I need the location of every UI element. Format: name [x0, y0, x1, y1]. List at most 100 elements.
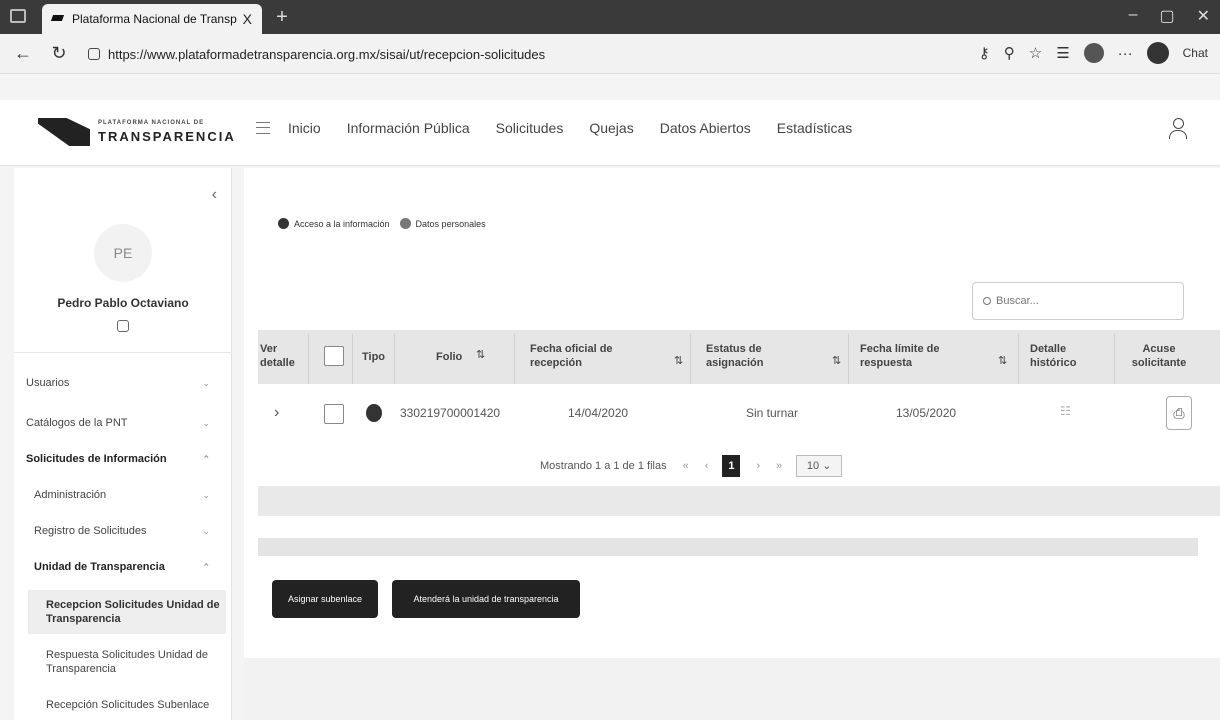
- page-size-select[interactable]: 10 ⌄: [796, 455, 843, 477]
- assign-subenlace-button[interactable]: Asignar subenlace: [272, 580, 378, 618]
- sidebar-item-label: Administración: [34, 489, 107, 501]
- col-acuse-solicitante: Acuse solicitante: [1131, 343, 1187, 369]
- sidebar-item-usuarios[interactable]: Usuarios ⌄: [14, 368, 232, 398]
- more-icon[interactable]: ···: [1118, 45, 1133, 62]
- sidebar-item-recepcion-subenlace[interactable]: Recepción Solicitudes Subenlace: [14, 690, 232, 720]
- chevron-down-icon: ⌄: [202, 525, 210, 536]
- main-menu: Inicio Información Pública Solicitudes Q…: [288, 120, 878, 136]
- window-close-icon[interactable]: ✕: [1197, 6, 1210, 26]
- sidebar-item-solicitudes-informacion[interactable]: Solicitudes de Información ⌃: [14, 444, 232, 474]
- search-input[interactable]: Buscar...: [972, 282, 1184, 320]
- access-info-icon: [278, 218, 289, 229]
- sidebar-item-catalogos[interactable]: Catálogos de la PNT ⌄: [14, 408, 232, 438]
- profile-avatar[interactable]: [1083, 43, 1104, 63]
- col-estatus-asignacion[interactable]: Estatus de asignación: [706, 342, 806, 370]
- table-footer: [258, 486, 1220, 516]
- sidebar-item-unidad-transparencia[interactable]: Unidad de Transparencia ⌃: [14, 552, 232, 582]
- menu-informacion-publica[interactable]: Información Pública: [347, 120, 470, 136]
- sidebar-item-respuesta-ut[interactable]: Respuesta Solicitudes Unidad de Transpar…: [14, 642, 232, 682]
- tab-title: Plataforma Nacional de Transpar: [72, 12, 237, 26]
- avatar: PE: [94, 224, 152, 282]
- favorites-icon[interactable]: ☰: [1056, 44, 1069, 62]
- sidebar-item-label: Usuarios: [26, 377, 70, 389]
- new-tab-button[interactable]: +: [270, 6, 294, 30]
- col-ver-detalle: Ver detalle: [260, 343, 295, 369]
- sidebar-item-label: Solicitudes de Información: [26, 453, 167, 465]
- expand-row-icon[interactable]: ›: [274, 404, 279, 422]
- lock-icon[interactable]: [117, 320, 129, 332]
- column-divider: [1018, 334, 1019, 384]
- sidebar-item-administracion[interactable]: Administración ⌄: [14, 480, 232, 510]
- sidebar: ‹ PE Pedro Pablo Octaviano Usuarios ⌄ Cat…: [14, 168, 232, 720]
- maximize-icon[interactable]: ▢: [1159, 6, 1174, 26]
- col-fecha-limite[interactable]: Fecha límite de respuesta: [860, 342, 970, 370]
- table-header: Ver detalle Tipo Folio ⇅ Fecha oficial d…: [258, 330, 1220, 384]
- menu-inicio[interactable]: Inicio: [288, 120, 321, 136]
- previous-page-icon[interactable]: ‹: [705, 460, 709, 472]
- content-footer: [244, 658, 1220, 720]
- tab-close-button[interactable]: X: [243, 11, 252, 27]
- sidebar-divider: [14, 352, 232, 353]
- menu-solicitudes[interactable]: Solicitudes: [496, 120, 564, 136]
- horizontal-scrollbar[interactable]: [258, 538, 1198, 556]
- collapse-sidebar-icon[interactable]: ‹: [212, 186, 217, 204]
- user-account-icon[interactable]: [1168, 118, 1188, 142]
- sidebar-item-label: Respuesta Solicitudes Unidad de Transpar…: [46, 649, 209, 675]
- sidebar-item-registro-solicitudes[interactable]: Registro de Solicitudes ⌄: [14, 516, 232, 546]
- browser-titlebar: Plataforma Nacional de Transpar X + – ▢ …: [0, 0, 1220, 34]
- menu-quejas[interactable]: Quejas: [589, 120, 633, 136]
- chevron-down-icon: ⌄: [202, 489, 210, 500]
- table-row: › 330219700001420 14/04/2020 Sin turnar …: [258, 384, 1220, 446]
- sidebar-item-label: Recepcion Solicitudes Unidad de Transpar…: [46, 599, 220, 625]
- minimize-icon[interactable]: –: [1129, 6, 1138, 26]
- sort-icon[interactable]: ⇅: [476, 348, 485, 362]
- sidebar-item-label: Recepción Solicitudes Subenlace: [46, 699, 210, 711]
- sort-icon[interactable]: ⇅: [832, 354, 841, 368]
- current-page-button[interactable]: 1: [722, 455, 741, 477]
- next-page-icon[interactable]: ›: [756, 460, 760, 472]
- hamburger-menu-icon[interactable]: [256, 122, 270, 134]
- sort-icon[interactable]: ⇅: [674, 354, 683, 368]
- history-icon[interactable]: ☷: [1060, 404, 1071, 418]
- estatus-cell: Sin turnar: [746, 406, 799, 420]
- pnt-logo[interactable]: PLATAFORMA NACIONAL DE TRANSPARENCIA: [38, 114, 248, 150]
- attend-unit-button[interactable]: Atenderá la unidad de transparencia: [392, 580, 580, 618]
- column-divider: [1114, 334, 1115, 384]
- pagination: Mostrando 1 a 1 de 1 filas « ‹ 1 › » 10 …: [258, 446, 1220, 486]
- chevron-up-icon: ⌃: [202, 453, 210, 464]
- column-divider: [514, 334, 515, 384]
- col-fecha-recepcion[interactable]: Fecha oficial de recepción: [530, 342, 640, 370]
- col-tipo[interactable]: Tipo: [362, 350, 385, 364]
- col-folio[interactable]: Folio: [436, 350, 462, 364]
- page-size-value: 10: [806, 460, 820, 472]
- menu-estadisticas[interactable]: Estadísticas: [777, 120, 852, 136]
- select-all-checkbox[interactable]: [324, 346, 344, 366]
- tab-actions-icon[interactable]: [10, 9, 26, 23]
- user-name: Pedro Pablo Octaviano: [57, 296, 189, 310]
- last-page-icon[interactable]: »: [776, 460, 782, 472]
- site-favicon-icon: [52, 13, 64, 25]
- chat-label[interactable]: Chat: [1183, 46, 1208, 60]
- browser-tab[interactable]: Plataforma Nacional de Transpar X: [42, 4, 262, 34]
- main-content: Acceso a la información Datos personales…: [244, 168, 1220, 720]
- favorite-star-icon[interactable]: ☆: [1029, 44, 1042, 62]
- key-icon[interactable]: ⚷: [979, 44, 990, 62]
- site-info-icon[interactable]: [88, 48, 100, 60]
- row-checkbox[interactable]: [324, 404, 344, 424]
- first-page-icon[interactable]: «: [683, 460, 689, 472]
- back-icon[interactable]: ←: [10, 43, 36, 64]
- sidebar-item-recepcion-ut[interactable]: Recepcion Solicitudes Unidad de Transpar…: [28, 590, 226, 634]
- url-field[interactable]: https://www.plataformadetransparencia.or…: [78, 40, 948, 68]
- sort-icon[interactable]: ⇅: [998, 354, 1007, 368]
- menu-datos-abiertos[interactable]: Datos Abiertos: [660, 120, 751, 136]
- receipt-document-button[interactable]: ⎙: [1166, 396, 1192, 430]
- access-info-icon: [366, 404, 382, 422]
- chat-icon[interactable]: [1146, 42, 1169, 64]
- refresh-icon[interactable]: ↻: [46, 43, 72, 64]
- personal-data-icon: [399, 218, 411, 229]
- search-placeholder: Buscar...: [996, 295, 1039, 307]
- sidebar-item-label: Catálogos de la PNT: [26, 417, 128, 429]
- zoom-icon[interactable]: ⚲: [1004, 44, 1015, 62]
- chevron-down-icon: ⌄: [822, 460, 832, 472]
- chevron-up-icon: ⌃: [202, 561, 210, 572]
